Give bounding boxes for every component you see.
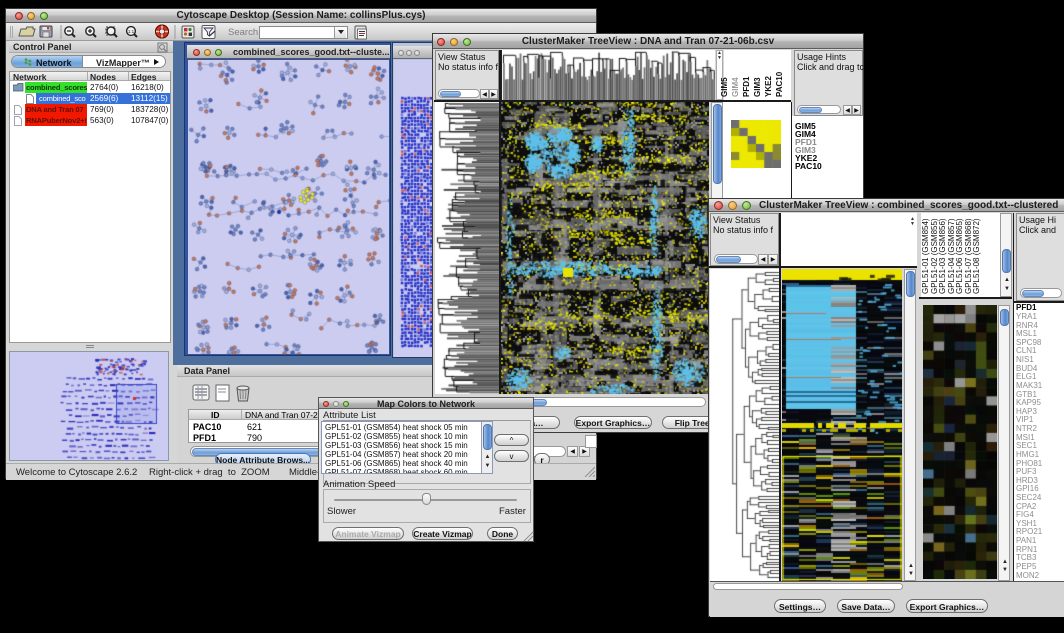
svg-text:1:1: 1:1 — [128, 29, 135, 34]
